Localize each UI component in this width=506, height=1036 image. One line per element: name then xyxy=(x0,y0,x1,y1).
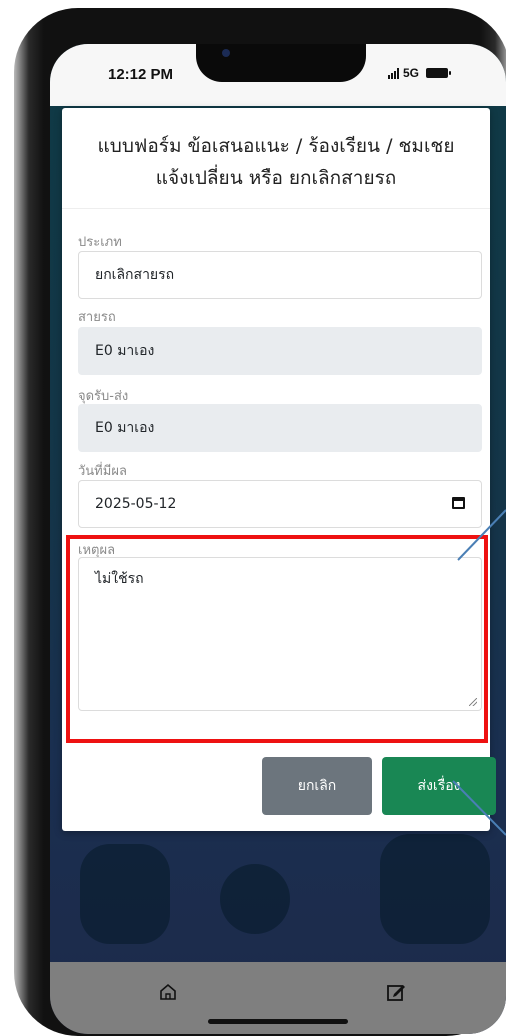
calendar-icon[interactable] xyxy=(452,497,465,509)
pickup-value: E0 มาเอง xyxy=(95,420,155,436)
submit-button[interactable]: ส่งเรื่อง xyxy=(382,757,496,815)
type-select[interactable]: ยกเลิกสายรถ xyxy=(78,251,482,299)
status-time: 12:12 PM xyxy=(108,66,174,83)
modal-title-line1: แบบฟอร์ม ข้อเสนอแนะ / ร้องเรียน / ชมเชย xyxy=(97,135,455,157)
reason-textarea[interactable]: ไม่ใช้รถ xyxy=(78,557,482,711)
pickup-field: E0 มาเอง xyxy=(78,404,482,452)
background-decoration xyxy=(80,844,170,944)
type-label: ประเภท xyxy=(78,235,122,250)
reason-value: ไม่ใช้รถ xyxy=(95,571,144,587)
modal-title-line2: แจ้งเปลี่ยน หรือ ยกเลิกสายรถ xyxy=(155,167,397,189)
header-divider xyxy=(62,208,490,209)
camera-notch xyxy=(196,44,366,82)
effective-date-label: วันที่มีผล xyxy=(78,464,127,479)
feedback-form-modal: แบบฟอร์ม ข้อเสนอแนะ / ร้องเรียน / ชมเชย … xyxy=(62,108,496,831)
route-value: E0 มาเอง xyxy=(95,343,155,359)
cancel-button[interactable]: ยกเลิก xyxy=(262,757,372,815)
home-icon[interactable] xyxy=(158,982,178,1002)
phone-frame: 12:12 PM 5G แบบฟอร์ม ข้อเสนอแนะ / ร้องเร… xyxy=(14,8,506,1036)
edit-icon[interactable] xyxy=(386,982,406,1002)
effective-date-input[interactable]: 2025-05-12 xyxy=(78,480,482,528)
background-decoration xyxy=(380,834,490,944)
pickup-label: จุดรับ-ส่ง xyxy=(78,389,129,404)
type-value: ยกเลิกสายรถ xyxy=(95,267,175,283)
modal-title: แบบฟอร์ม ข้อเสนอแนะ / ร้องเรียน / ชมเชย … xyxy=(62,130,490,194)
bottom-nav xyxy=(50,962,506,1034)
route-field: E0 มาเอง xyxy=(78,327,482,375)
signal-bars-icon xyxy=(388,67,399,79)
effective-date-value: 2025-05-12 xyxy=(95,496,177,512)
signal-indicator: 5G xyxy=(388,66,452,80)
phone-screen: 12:12 PM 5G แบบฟอร์ม ข้อเสนอแนะ / ร้องเร… xyxy=(50,44,506,1034)
background-decoration xyxy=(220,864,290,934)
route-label: สายรถ xyxy=(78,310,116,325)
network-type: 5G xyxy=(403,66,420,80)
status-bar: 12:12 PM 5G xyxy=(50,44,506,106)
home-indicator xyxy=(208,1019,348,1024)
battery-icon xyxy=(426,68,452,78)
resize-handle-icon[interactable] xyxy=(469,698,477,706)
camera-icon xyxy=(222,49,230,57)
